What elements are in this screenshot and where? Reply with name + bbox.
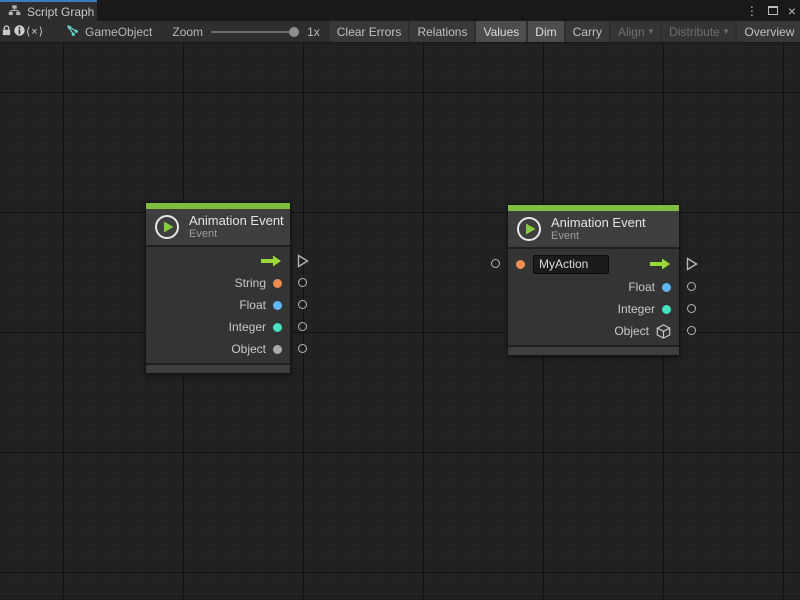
button-label: Align <box>618 25 645 39</box>
play-icon <box>154 214 180 240</box>
node-footer <box>146 363 290 373</box>
integer-type-icon <box>273 323 282 332</box>
output-port-integer[interactable] <box>298 322 307 331</box>
play-icon <box>516 216 542 242</box>
string-type-icon <box>273 279 282 288</box>
values-button[interactable]: Values <box>476 21 526 43</box>
port-label: Float <box>628 280 655 294</box>
flow-output-port[interactable] <box>297 254 309 268</box>
graph-icon <box>8 4 21 20</box>
node-header[interactable]: Animation Event Event <box>508 211 679 249</box>
window-controls: ⋮ × <box>746 0 796 21</box>
info-button[interactable] <box>13 21 26 43</box>
gameobject-icon <box>66 24 79 40</box>
output-row-integer: Integer <box>146 316 290 338</box>
close-icon[interactable]: × <box>788 4 796 18</box>
chevron-down-icon: ▾ <box>649 26 654 37</box>
graph-target: GameObject <box>66 24 152 40</box>
flow-output-row <box>146 250 290 272</box>
distribute-button[interactable]: Distribute ▾ <box>662 21 735 43</box>
button-label: Values <box>483 25 519 39</box>
node-animation-event-1[interactable]: Animation Event Event <box>145 202 291 374</box>
button-label: Dim <box>535 25 556 39</box>
output-row-float: Float <box>146 294 290 316</box>
node-subtitle: Event <box>189 228 284 241</box>
name-input-port[interactable] <box>491 259 500 268</box>
output-port-integer[interactable] <box>687 304 696 313</box>
carry-button[interactable]: Carry <box>566 21 609 43</box>
tab-label: Script Graph <box>27 5 94 19</box>
float-type-icon <box>662 283 671 292</box>
node-footer <box>508 345 679 355</box>
output-port-float[interactable] <box>687 282 696 291</box>
node-title: Animation Event <box>551 215 646 230</box>
name-input-row <box>508 252 679 276</box>
output-row-string: String <box>146 272 290 294</box>
lock-button[interactable] <box>0 21 13 43</box>
zoom-to-fit-button[interactable]: ⟨×⟩ <box>26 21 44 43</box>
node-header[interactable]: Animation Event Event <box>146 209 290 247</box>
target-label: GameObject <box>85 25 152 39</box>
zoom-slider-handle[interactable] <box>289 27 299 37</box>
port-label: String <box>235 276 266 290</box>
graph-canvas[interactable]: Animation Event Event <box>0 43 800 599</box>
output-row-object: Object <box>146 338 290 360</box>
float-type-icon <box>273 301 282 310</box>
zoom-slider[interactable] <box>211 26 299 38</box>
flow-arrow-icon <box>649 258 671 270</box>
node-titles: Animation Event Event <box>551 215 646 243</box>
node-titles: Animation Event Event <box>189 213 284 241</box>
node-body: Float Integer Object <box>508 249 679 345</box>
info-icon <box>13 24 26 40</box>
script-graph-window: Script Graph ⋮ × <box>0 0 800 600</box>
tab-bar: Script Graph ⋮ × <box>0 0 800 21</box>
graph-toolbar: ⟨×⟩ GameObject Zoom 1x <box>0 21 800 43</box>
button-label: Carry <box>573 25 602 39</box>
relations-button[interactable]: Relations <box>410 21 474 43</box>
port-label: Object <box>614 324 649 338</box>
node-title: Animation Event <box>189 213 284 228</box>
button-label: Relations <box>417 25 467 39</box>
port-label: Object <box>231 342 266 356</box>
event-name-input[interactable] <box>533 255 609 274</box>
port-label: Integer <box>229 320 266 334</box>
cube-icon <box>656 324 671 339</box>
object-type-icon <box>273 345 282 354</box>
output-row-float: Float <box>508 276 679 298</box>
button-label: Distribute <box>669 25 720 39</box>
button-label: Overview <box>744 25 794 39</box>
output-port-string[interactable] <box>298 278 307 287</box>
output-port-float[interactable] <box>298 300 307 309</box>
flow-output-port[interactable] <box>686 257 698 271</box>
zoom-label: Zoom <box>172 25 203 39</box>
node-animation-event-2[interactable]: Animation Event Event <box>507 204 680 356</box>
integer-type-icon <box>662 305 671 314</box>
lock-icon <box>0 24 13 40</box>
zoom-value: 1x <box>307 25 320 39</box>
output-row-integer: Integer <box>508 298 679 320</box>
overview-button[interactable]: Overview <box>737 21 800 43</box>
flow-arrow-icon <box>260 255 282 267</box>
output-port-object[interactable] <box>687 326 696 335</box>
clear-errors-button[interactable]: Clear Errors <box>330 21 409 43</box>
output-row-object: Object <box>508 320 679 342</box>
toolbar-buttons: Clear Errors Relations Values Dim Carry … <box>330 21 800 43</box>
port-label: Integer <box>618 302 655 316</box>
zoom-slider-track <box>211 31 299 33</box>
output-port-object[interactable] <box>298 344 307 353</box>
zoom-control: Zoom 1x <box>172 25 319 39</box>
node-subtitle: Event <box>551 230 646 243</box>
dim-button[interactable]: Dim <box>528 21 563 43</box>
tab-script-graph[interactable]: Script Graph <box>0 0 97 21</box>
node-body: String Float Integer Object <box>146 247 290 363</box>
menu-icon[interactable]: ⋮ <box>746 5 758 17</box>
align-button[interactable]: Align ▾ <box>611 21 660 43</box>
port-label: Float <box>239 298 266 312</box>
maximize-icon[interactable] <box>768 6 778 15</box>
zoom-to-fit-icon: ⟨×⟩ <box>26 25 44 38</box>
chevron-down-icon: ▾ <box>724 26 729 37</box>
string-type-icon <box>516 260 525 269</box>
button-label: Clear Errors <box>337 25 402 39</box>
